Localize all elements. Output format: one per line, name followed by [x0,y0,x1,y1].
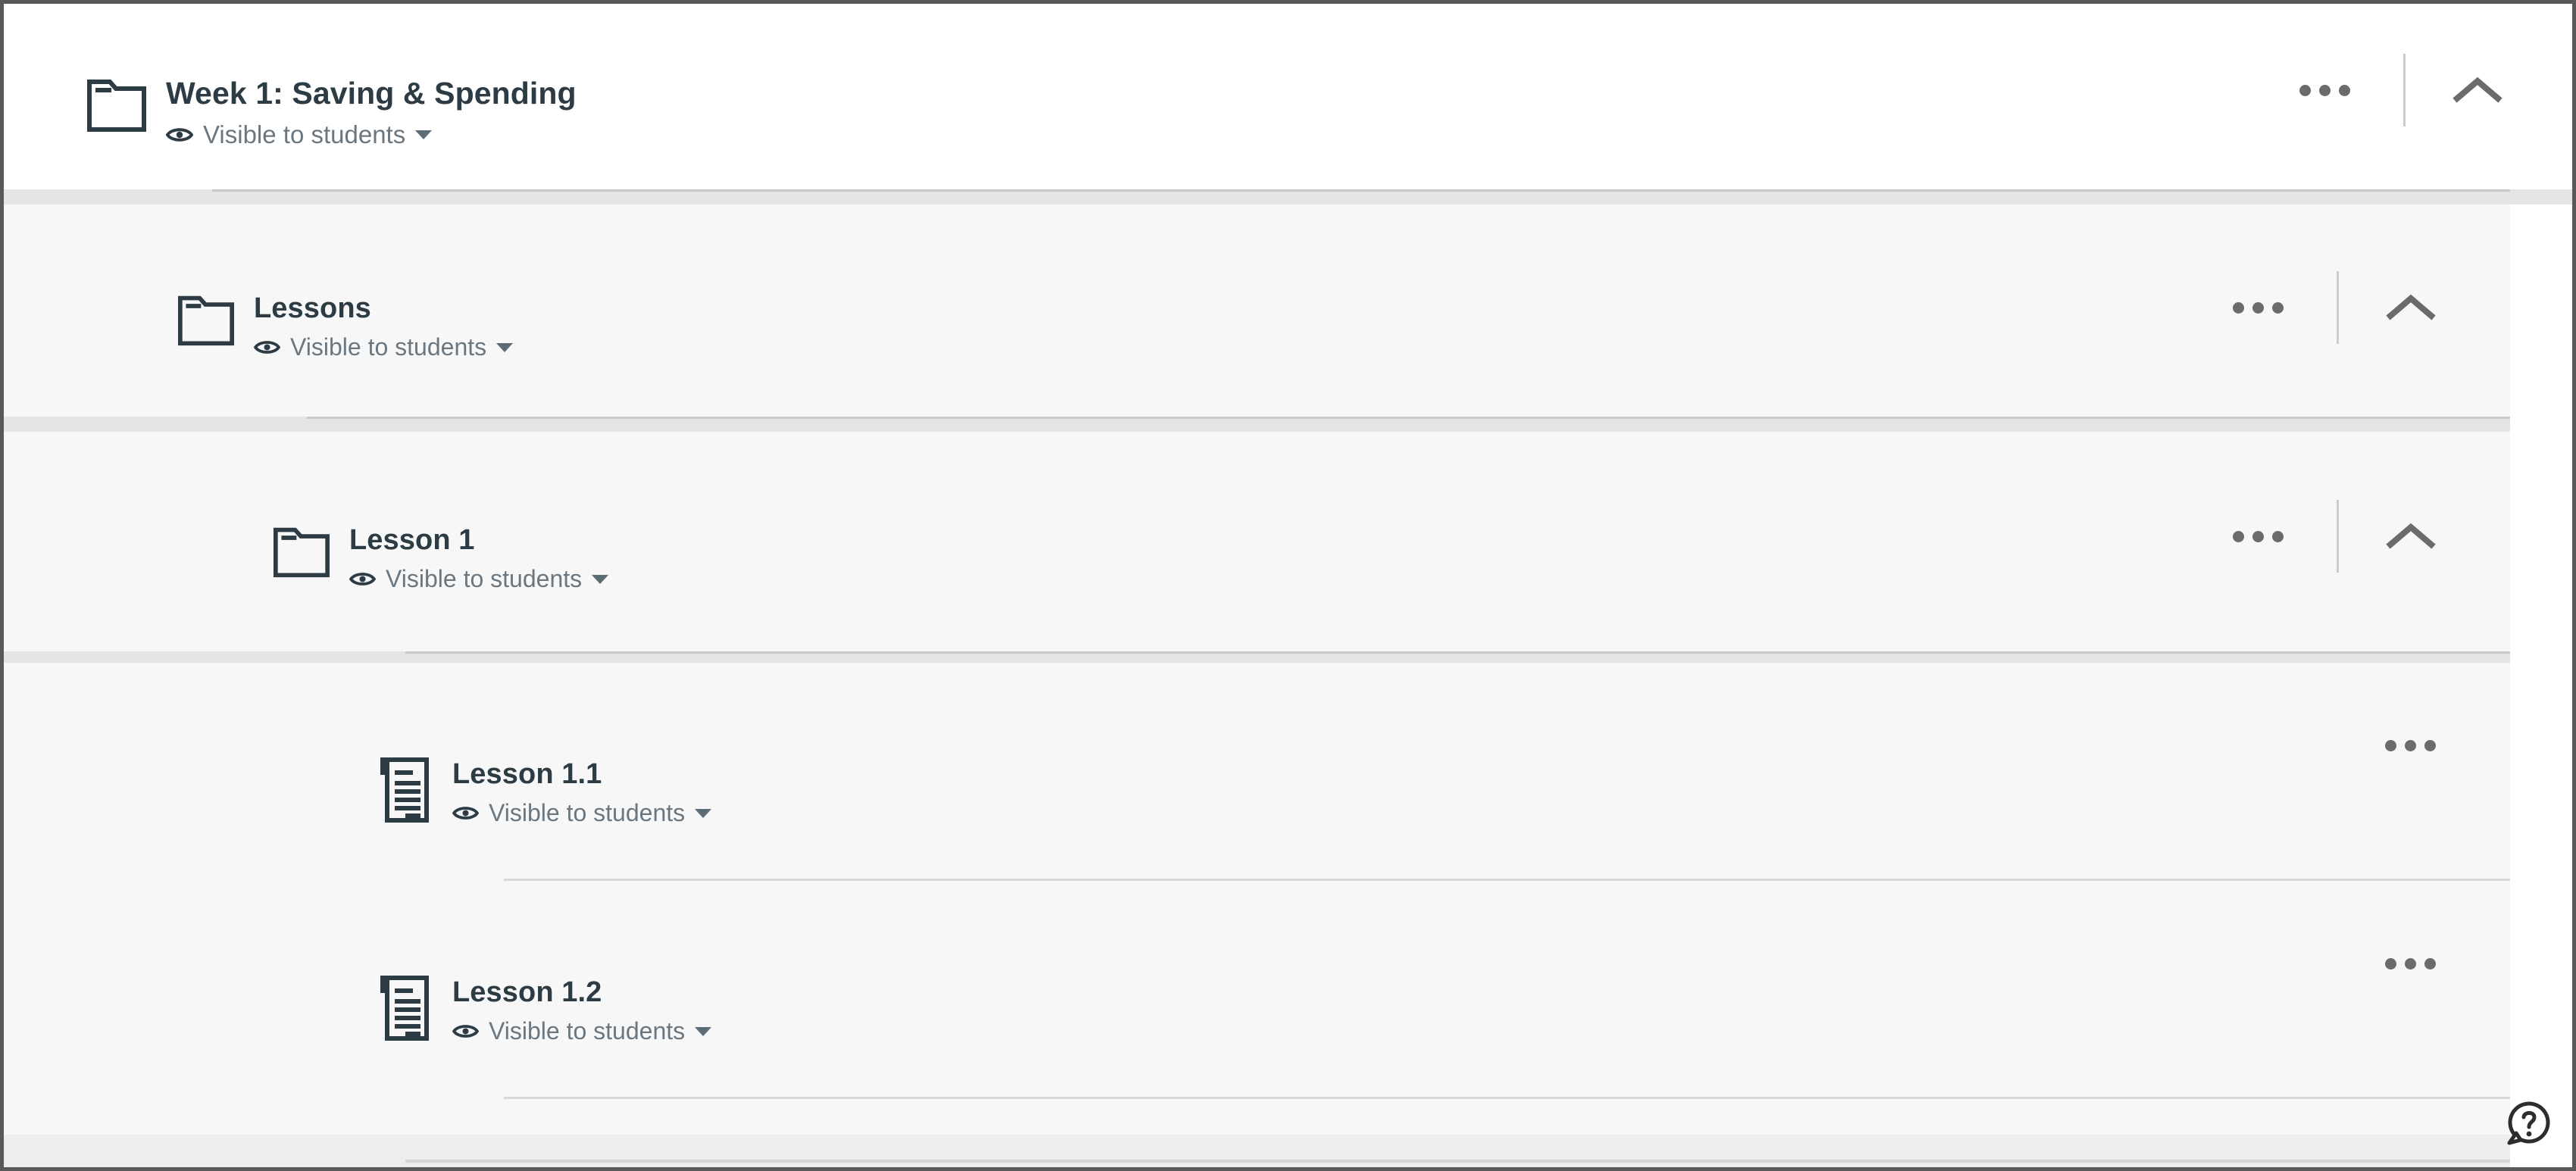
folder-text-block: Lesson 1 Visible to students [349,522,609,593]
chevron-down-icon[interactable] [415,130,433,139]
folder-title: Lesson 1 [349,524,475,556]
lesson-item-row[interactable]: Lesson 1.1 Visible to students [4,663,2510,881]
kebab-dot [2424,958,2436,970]
module-row-content: Week 1: Saving & Spending Visible to stu… [4,45,2572,149]
separator-line [405,1160,2510,1163]
lesson-item-title: Lesson 1.1 [452,758,602,790]
kebab-dot [2405,740,2416,751]
module-title: Week 1: Saving & Spending [166,75,577,111]
kebab-dot [2252,301,2264,314]
kebab-dot [2299,84,2311,96]
kebab-dot [2233,301,2244,314]
lesson-item-visibility-label: Visible to students [489,1017,686,1045]
lesson-item-actions [2385,740,2436,751]
lesson-item-kebab-menu-button[interactable] [2385,740,2436,751]
folder-visibility-control[interactable]: Visible to students [254,333,514,361]
chevron-up-icon[interactable] [2386,292,2436,323]
module-text-block: Week 1: Saving & Spending Visible to stu… [166,73,577,149]
kebab-dot [2385,958,2396,970]
separator-line [405,651,2510,654]
folder-row-actions [2233,271,2436,344]
folder-icon [87,73,146,132]
lesson-item-visibility-control[interactable]: Visible to students [452,799,712,827]
eye-icon [254,341,280,354]
separator-line [212,189,2510,192]
eye-icon [452,807,479,820]
document-icon [377,756,431,824]
folder-visibility-label: Visible to students [386,565,583,592]
lesson-item-actions [2385,958,2436,970]
lesson-item-text-block: Lesson 1.1 Visible to students [452,756,712,827]
actions-divider [2337,500,2339,573]
course-modules-panel: Week 1: Saving & Spending Visible to stu… [0,0,2576,1171]
chevron-down-icon[interactable] [592,574,609,584]
chevron-up-icon[interactable] [2386,521,2436,551]
list-item-divider [504,1097,2510,1099]
lesson-item-row[interactable]: Lesson 1.2 Visible to students [4,881,2510,1099]
folder-title: Lessons [254,292,371,324]
kebab-dot [2252,530,2264,542]
folder-row-content: Lesson 1 Visible to students [4,490,2510,593]
folder-visibility-control[interactable]: Visible to students [349,565,609,593]
lesson-item-visibility-control[interactable]: Visible to students [452,1017,712,1045]
eye-icon [349,573,376,586]
chevron-up-icon[interactable] [2453,75,2503,105]
module-row-actions [2299,54,2503,126]
lesson-item-visibility-label: Visible to students [489,799,686,826]
kebab-dot [2272,301,2284,314]
actions-divider [2337,271,2339,344]
folder-kebab-menu-button[interactable] [2233,530,2284,542]
module-row-week-1[interactable]: Week 1: Saving & Spending Visible to stu… [4,4,2572,189]
kebab-dot [2233,530,2244,542]
eye-icon [166,127,193,142]
lesson-item-content: Lesson 1.2 Visible to students [4,935,2510,1045]
kebab-dot [2385,740,2396,751]
section-separator-band [4,651,2510,663]
kebab-dot [2339,84,2350,96]
chevron-down-icon[interactable] [695,808,712,818]
folder-row-content: Lessons Visible to students [4,260,2510,361]
lesson-item-kebab-menu-button[interactable] [2385,958,2436,970]
folder-kebab-menu-button[interactable] [2233,301,2284,314]
kebab-dot [2272,530,2284,542]
lesson-item-list: Lesson 1.1 Visible to students Lesson 1.… [4,663,2510,1167]
folder-text-block: Lessons Visible to students [254,290,514,361]
kebab-dot [2405,958,2416,970]
separator-line [307,417,2510,419]
document-icon [377,974,431,1042]
bottom-separator-band [4,1135,2510,1167]
lesson-item-text-block: Lesson 1.2 Visible to students [452,974,712,1045]
folder-row-actions [2233,500,2436,573]
kebab-dot [2424,740,2436,751]
lesson-item-title: Lesson 1.2 [452,976,602,1008]
kebab-dot [2319,84,2331,96]
lesson-item-content: Lesson 1.1 Visible to students [4,717,2510,827]
chevron-down-icon[interactable] [496,342,514,352]
chevron-down-icon[interactable] [695,1026,712,1036]
eye-icon [452,1025,479,1038]
actions-divider [2403,54,2406,126]
module-visibility-label: Visible to students [203,120,406,148]
folder-icon [178,290,234,346]
folder-icon [274,522,330,578]
help-question-bubble-icon[interactable] [2506,1100,2553,1151]
module-kebab-menu-button[interactable] [2299,84,2350,96]
section-separator-band [4,417,2510,432]
section-separator-band [4,189,2572,205]
folder-visibility-label: Visible to students [290,333,487,361]
folder-row-lesson-1[interactable]: Lesson 1 Visible to students [4,432,2510,651]
folder-row-lessons[interactable]: Lessons Visible to students [4,205,2510,417]
module-visibility-control[interactable]: Visible to students [166,120,577,149]
